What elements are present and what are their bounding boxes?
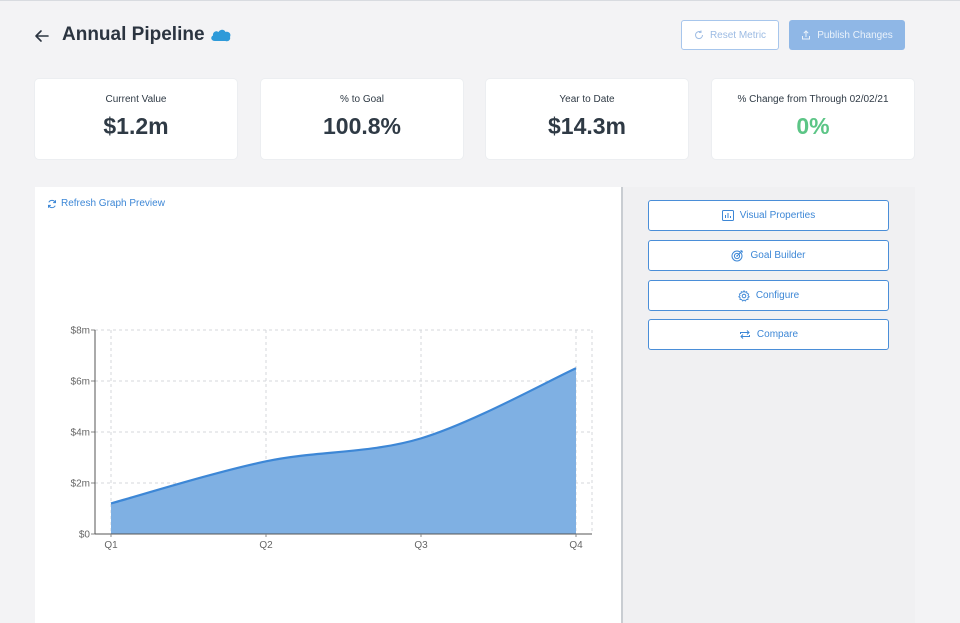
metric-label: % to Goal: [340, 94, 384, 105]
x-tick-label: Q4: [569, 540, 583, 551]
y-tick-label: $4m: [71, 428, 90, 439]
metric-label: Year to Date: [559, 94, 615, 105]
metric-value: 0%: [796, 113, 830, 139]
configure-button[interactable]: Configure: [648, 280, 889, 311]
publish-changes-button[interactable]: Publish Changes: [789, 20, 905, 50]
compare-label: Compare: [756, 329, 799, 340]
upload-icon: [802, 30, 811, 40]
pipeline-area-chart: $0 $2m $4m $6m $8m Q1 Q2 Q3 Q4: [71, 326, 593, 551]
top-border: [0, 0, 960, 1]
metric-value: $14.3m: [547, 113, 626, 139]
publish-changes-label: Publish Changes: [817, 29, 893, 41]
y-tick-label: $6m: [71, 377, 90, 388]
goal-builder-label: Goal Builder: [750, 250, 806, 261]
target-icon: [731, 250, 744, 262]
y-tick-label: $0: [79, 530, 91, 541]
x-tick-label: Q1: [104, 540, 118, 551]
y-tick-label: $8m: [71, 326, 90, 337]
options-panel: Visual Properties Goal Builder Configure…: [623, 187, 915, 623]
page-title: Annual Pipeline: [62, 24, 205, 45]
salesforce-logo-icon: [210, 28, 232, 43]
goal-builder-button[interactable]: Goal Builder: [648, 240, 889, 271]
metric-value: $1.2m: [103, 113, 169, 139]
visual-properties-button[interactable]: Visual Properties: [648, 200, 889, 231]
graph-preview-panel: Refresh Graph Preview $0 $2m $4m $6m $8m Q1 Q2…: [35, 187, 621, 623]
reset-metric-button[interactable]: Reset Metric: [681, 20, 779, 50]
swap-arrows-icon: [739, 330, 750, 339]
x-tick-label: Q3: [414, 540, 428, 551]
metric-card-current-value: Current Value $1.2m: [35, 79, 237, 159]
metric-label: Current Value: [105, 94, 167, 105]
configure-label: Configure: [755, 290, 800, 301]
metric-card-percent-to-goal: % to Goal 100.8%: [261, 79, 463, 159]
y-tick-label: $2m: [71, 479, 90, 490]
visual-properties-label: Visual Properties: [739, 210, 816, 221]
reset-metric-label: Reset Metric: [709, 29, 767, 41]
compare-button[interactable]: Compare: [648, 319, 889, 350]
reset-icon: [694, 30, 703, 40]
gear-icon: [737, 289, 750, 302]
metric-value: 100.8%: [322, 113, 401, 139]
x-tick-label: Q2: [259, 540, 273, 551]
metric-label: % Change from Through 02/02/21: [737, 94, 889, 105]
metric-card-year-to-date: Year to Date $14.3m: [486, 79, 688, 159]
back-arrow-icon[interactable]: [33, 26, 51, 46]
metric-card-percent-change: % Change from Through 02/02/21 0%: [712, 79, 914, 159]
bar-chart-icon: [721, 210, 734, 221]
